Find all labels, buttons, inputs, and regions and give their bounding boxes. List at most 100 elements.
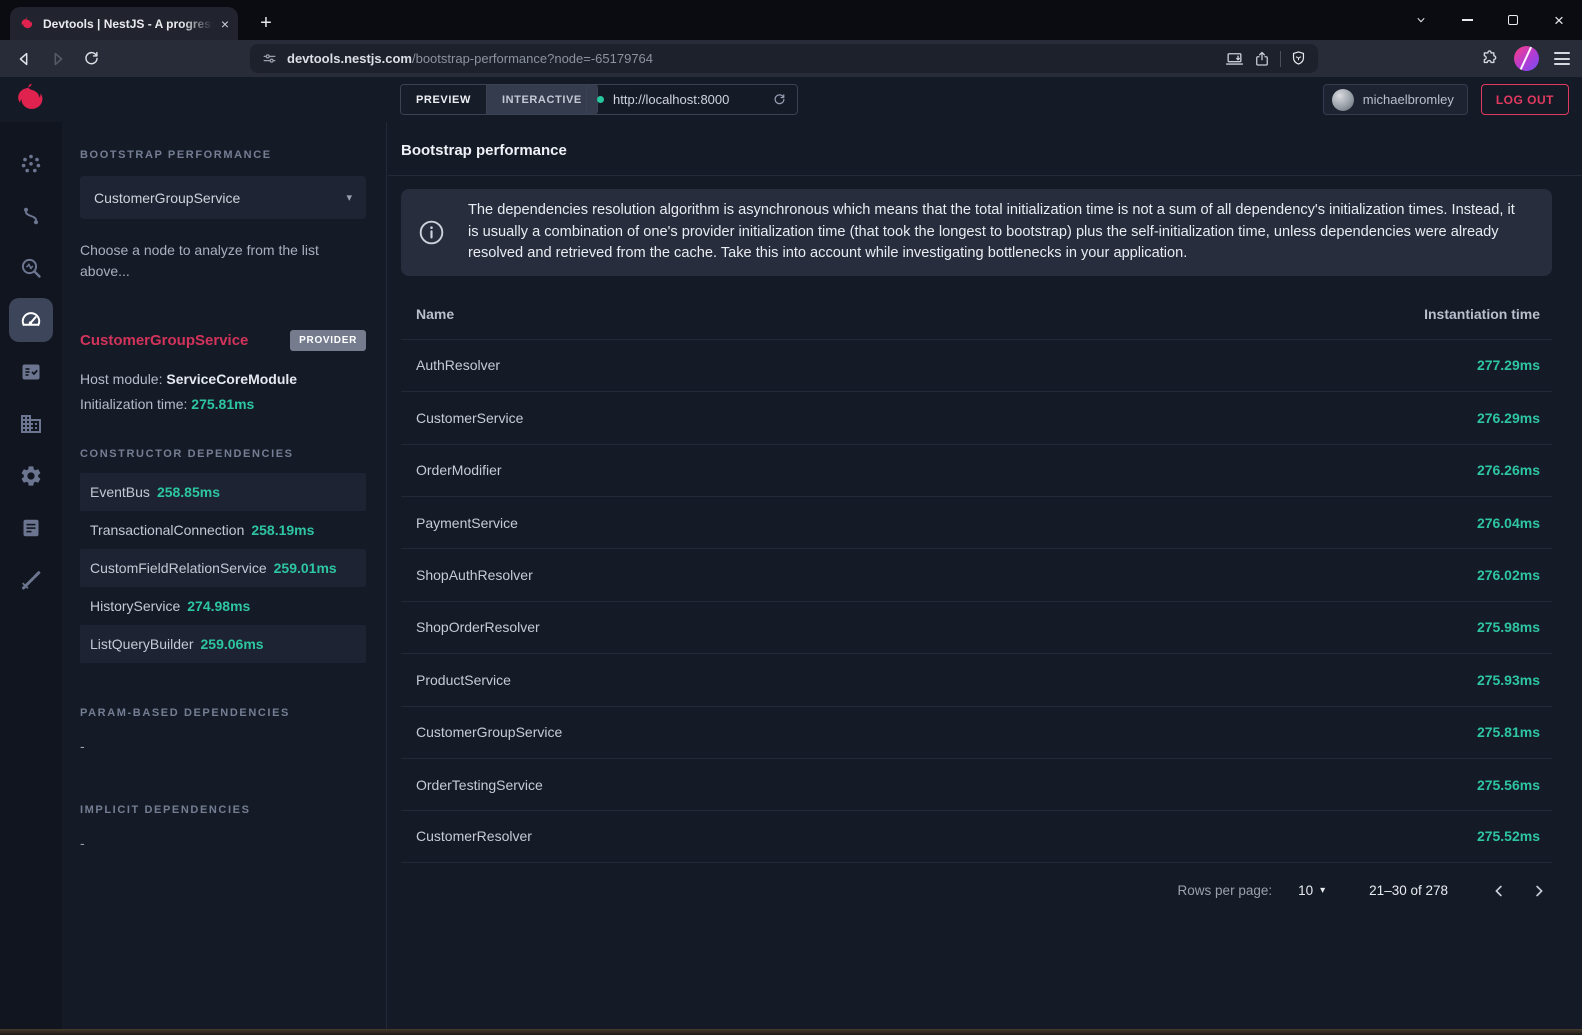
row-time: 276.29ms	[1477, 410, 1540, 426]
selected-node-name: CustomerGroupService	[80, 332, 248, 349]
tab-close-icon[interactable]: ×	[221, 17, 229, 31]
previous-page-button[interactable]	[1490, 882, 1508, 900]
constructor-deps-list: EventBus 258.85ms TransactionalConnectio…	[80, 473, 366, 663]
row-time: 275.81ms	[1477, 724, 1540, 740]
window-maximize-button[interactable]	[1490, 0, 1536, 40]
refresh-target-icon[interactable]	[772, 92, 787, 107]
row-name: CustomerGroupService	[416, 724, 562, 740]
rows-per-page-select[interactable]: 10 ▾	[1298, 883, 1325, 898]
dependency-item[interactable]: TransactionalConnection 258.19ms	[80, 511, 366, 549]
node-select-value: CustomerGroupService	[94, 190, 346, 206]
route-icon	[19, 204, 43, 228]
info-icon	[418, 219, 445, 246]
row-name: CustomerService	[416, 410, 523, 426]
dependency-name: ListQueryBuilder	[90, 636, 194, 652]
dependency-time: 258.85ms	[157, 484, 220, 500]
table-row[interactable]: ProductService 275.93ms	[401, 653, 1552, 705]
user-avatar	[1332, 89, 1354, 111]
host-module-value: ServiceCoreModule	[166, 371, 297, 387]
page-title: Bootstrap performance	[401, 142, 1552, 159]
implicit-deps-title: IMPLICIT DEPENDENCIES	[80, 804, 366, 816]
dependency-time: 259.01ms	[274, 560, 337, 576]
logout-button[interactable]: LOG OUT	[1481, 84, 1569, 115]
sidebar-item-logs[interactable]	[9, 506, 53, 550]
dependency-item[interactable]: EventBus 258.85ms	[80, 473, 366, 511]
table-row[interactable]: PaymentService 276.04ms	[401, 496, 1552, 548]
row-time: 277.29ms	[1477, 357, 1540, 373]
address-bar[interactable]: devtools.nestjs.com/bootstrap-performanc…	[250, 44, 1318, 73]
url-text: devtools.nestjs.com/bootstrap-performanc…	[287, 51, 653, 66]
header-right-group: michaelbromley LOG OUT	[1323, 84, 1569, 115]
sidebar-item-tools[interactable]	[9, 558, 53, 602]
new-tab-button[interactable]: +	[252, 9, 280, 37]
tab-search-icon[interactable]	[1398, 0, 1444, 40]
target-url-box[interactable]: http://localhost:8000	[586, 84, 798, 115]
host-module-row: Host module: ServiceCoreModule	[80, 371, 366, 387]
dependency-item[interactable]: HistoryService 274.98ms	[80, 587, 366, 625]
table-row[interactable]: ShopOrderResolver 275.98ms	[401, 601, 1552, 653]
sidebar-item-settings[interactable]	[9, 454, 53, 498]
table-row[interactable]: ShopAuthResolver 276.02ms	[401, 548, 1552, 600]
row-name: AuthResolver	[416, 357, 500, 373]
interactive-tab[interactable]: INTERACTIVE	[486, 85, 597, 114]
browser-menu-icon[interactable]	[1554, 52, 1570, 65]
chevron-down-icon: ▾	[346, 191, 352, 204]
sidebar-item-inspect[interactable]	[9, 246, 53, 290]
username: michaelbromley	[1363, 92, 1454, 107]
table-row[interactable]: OrderTestingService 275.56ms	[401, 758, 1552, 810]
pagination-range: 21–30 of 278	[1369, 883, 1448, 898]
row-name: OrderModifier	[416, 462, 502, 478]
nestjs-logo	[12, 81, 49, 118]
table-row[interactable]: CustomerResolver 275.52ms	[401, 810, 1552, 862]
browser-toolbar: devtools.nestjs.com/bootstrap-performanc…	[0, 40, 1582, 77]
browser-tabstrip: Devtools | NestJS - A progressive × + ×	[0, 0, 1582, 40]
rows-per-page-label: Rows per page:	[1178, 883, 1273, 898]
sidebar-item-performance[interactable]	[9, 298, 53, 342]
table-row[interactable]: OrderModifier 276.26ms	[401, 444, 1552, 496]
row-time: 275.98ms	[1477, 619, 1540, 635]
dependency-item[interactable]: ListQueryBuilder 259.06ms	[80, 625, 366, 663]
mode-toggle-group: PREVIEW INTERACTIVE	[400, 84, 598, 115]
browser-profile-avatar[interactable]	[1514, 46, 1539, 71]
forward-button[interactable]	[42, 44, 72, 73]
cast-to-device-icon[interactable]	[1225, 49, 1244, 68]
fact-check-icon	[19, 360, 43, 384]
table-row[interactable]: CustomerGroupService 275.81ms	[401, 706, 1552, 758]
table-row[interactable]: AuthResolver 277.29ms	[401, 339, 1552, 391]
dependency-time: 258.19ms	[251, 522, 314, 538]
preview-tab[interactable]: PREVIEW	[401, 85, 486, 114]
table-row[interactable]: CustomerService 276.29ms	[401, 391, 1552, 443]
dependency-name: TransactionalConnection	[90, 522, 244, 538]
nestjs-favicon-icon	[19, 16, 35, 32]
next-page-button[interactable]	[1530, 882, 1548, 900]
table-header: Name Instantiation time	[401, 290, 1552, 339]
url-path: /bootstrap-performance?node=-65179764	[412, 51, 653, 66]
sidebar-item-checklist[interactable]	[9, 350, 53, 394]
main-content: Bootstrap performance The dependencies r…	[388, 122, 1582, 1029]
sidebar-item-routes[interactable]	[9, 194, 53, 238]
chevron-down-icon: ▾	[1320, 885, 1325, 896]
target-url: http://localhost:8000	[613, 92, 763, 107]
panel-section-title: BOOTSTRAP PERFORMANCE	[80, 149, 366, 161]
back-button[interactable]	[10, 44, 40, 73]
dependency-time: 259.06ms	[201, 636, 264, 652]
dependency-item[interactable]: CustomFieldRelationService 259.01ms	[80, 549, 366, 587]
reload-button[interactable]	[76, 44, 106, 73]
init-time-value: 275.81ms	[191, 396, 254, 412]
sidebar-item-graph[interactable]	[9, 142, 53, 186]
share-icon[interactable]	[1253, 50, 1271, 68]
node-select[interactable]: CustomerGroupService ▾	[80, 176, 366, 219]
brave-shields-icon[interactable]	[1290, 50, 1307, 67]
browser-tab[interactable]: Devtools | NestJS - A progressive ×	[10, 7, 238, 40]
pagination: Rows per page: 10 ▾ 21–30 of 278	[401, 863, 1552, 919]
site-settings-icon[interactable]	[261, 50, 278, 67]
article-icon	[19, 516, 43, 540]
toolbar-right-group	[1480, 44, 1570, 73]
sidebar-item-modules[interactable]	[9, 402, 53, 446]
window-minimize-button[interactable]	[1444, 0, 1490, 40]
user-chip[interactable]: michaelbromley	[1323, 84, 1468, 115]
window-close-button[interactable]: ×	[1536, 0, 1582, 40]
extensions-icon[interactable]	[1480, 49, 1499, 68]
connection-status-dot	[597, 96, 604, 103]
domain-icon	[19, 412, 43, 436]
